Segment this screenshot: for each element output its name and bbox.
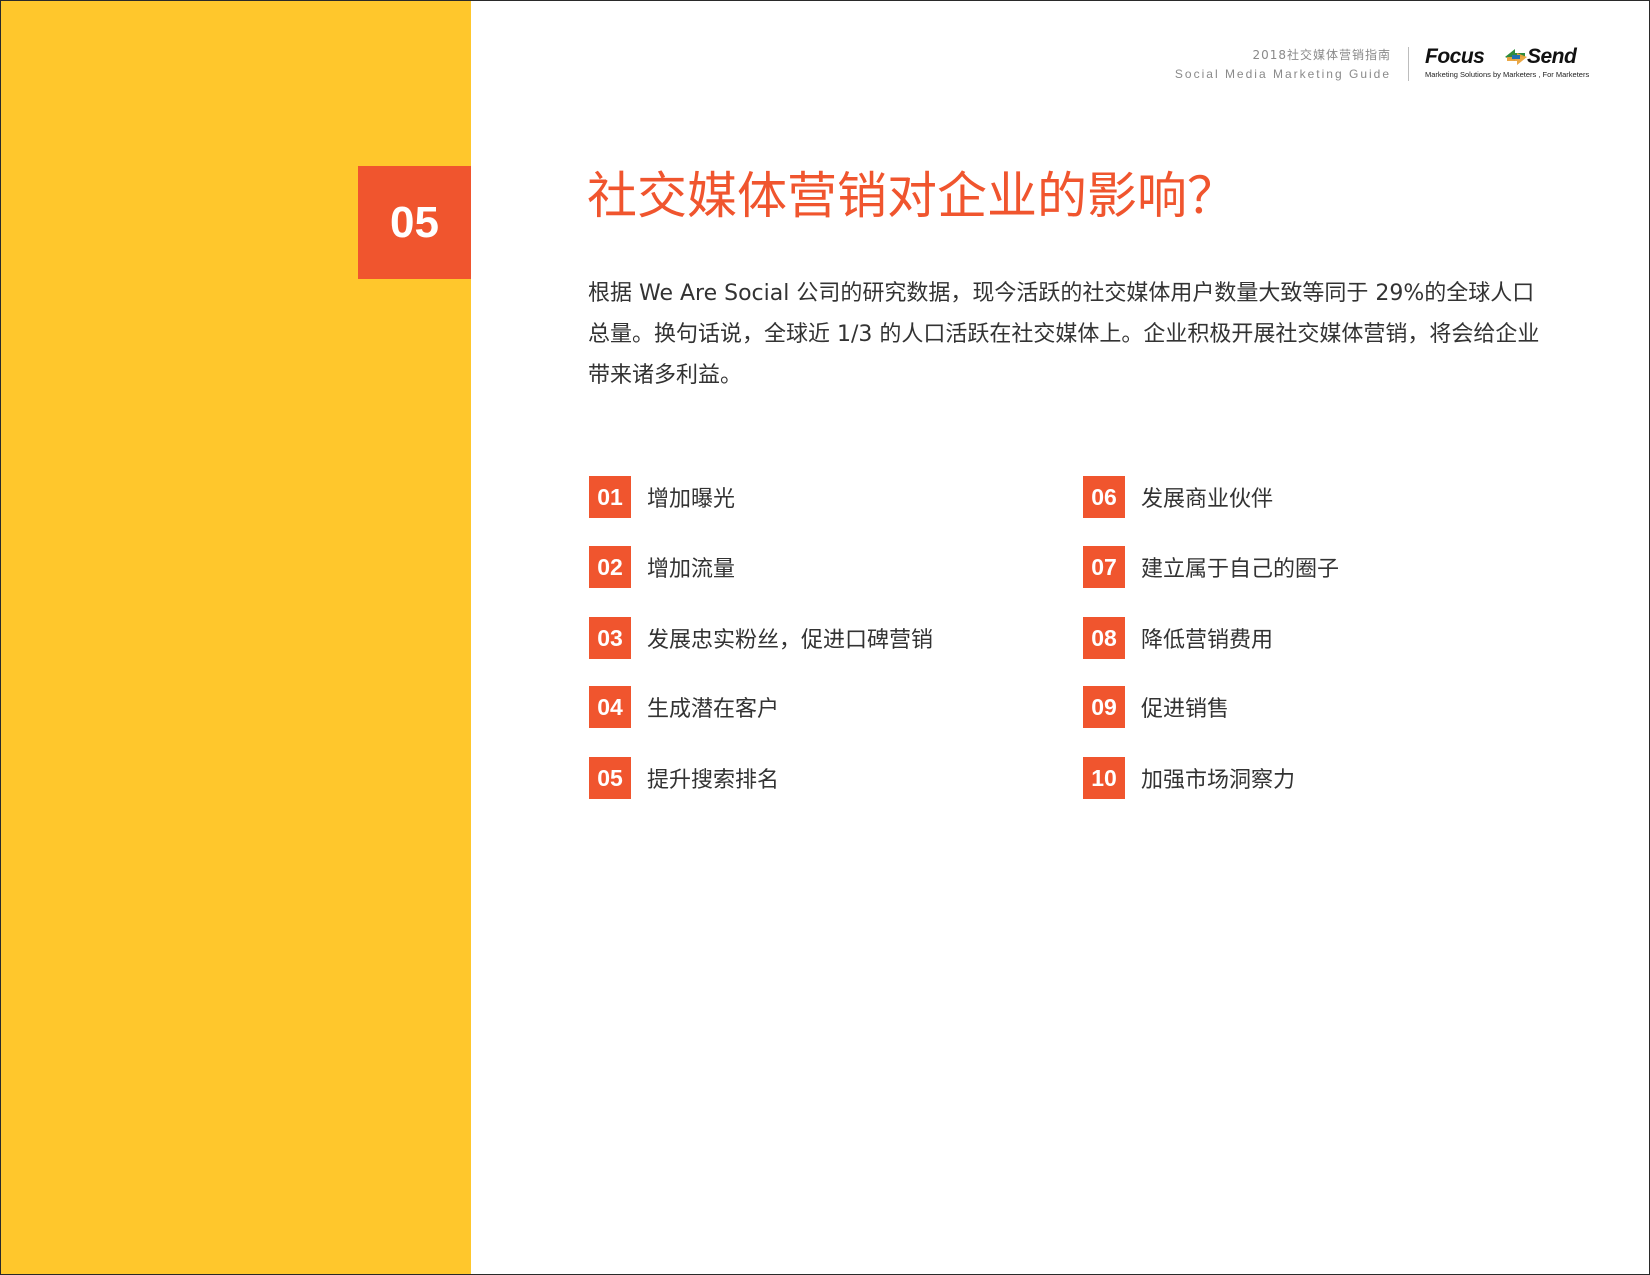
benefit-item: 09 促进销售	[1083, 686, 1229, 728]
benefit-item: 03 发展忠实粉丝，促进口碑营销	[589, 617, 933, 659]
guide-title-cn: 2018社交媒体营销指南	[1252, 48, 1391, 62]
benefit-label: 加强市场洞察力	[1141, 768, 1296, 793]
benefit-number-badge: 07	[1083, 546, 1125, 588]
section-title: 社交媒体营销对企业的影响？	[587, 167, 1237, 225]
logo-tagline: Marketing Solutions by Marketers , For M…	[1425, 70, 1590, 79]
logo-arrows-icon	[1505, 49, 1527, 65]
header-divider	[1408, 47, 1409, 81]
benefit-item: 01 增加曝光	[589, 476, 735, 518]
benefit-item: 08 降低营销费用	[1083, 617, 1273, 659]
intro-paragraph: 根据 We Are Social 公司的研究数据，现今活跃的社交媒体用户数量大致…	[588, 281, 1540, 388]
benefit-number-badge: 02	[589, 546, 631, 588]
benefit-label: 生成潜在客户	[647, 697, 780, 722]
benefit-label: 促进销售	[1141, 697, 1230, 722]
benefit-label: 降低营销费用	[1141, 628, 1274, 653]
benefit-number-badge: 04	[589, 686, 631, 728]
benefit-number-badge: 05	[589, 757, 631, 799]
benefit-label: 发展忠实粉丝，促进口碑营销	[647, 628, 934, 653]
benefit-item: 10 加强市场洞察力	[1083, 757, 1295, 799]
benefit-label: 发展商业伙伴	[1141, 487, 1274, 512]
header-guide-title: 2018社交媒体营销指南 Social Media Marketing Guid…	[1175, 46, 1391, 84]
benefit-label: 建立属于自己的圈子	[1141, 557, 1340, 582]
logo-word-focus: Focus	[1425, 45, 1485, 68]
benefit-item: 06 发展商业伙伴	[1083, 476, 1273, 518]
benefit-number-badge: 08	[1083, 617, 1125, 659]
benefit-label: 增加流量	[647, 557, 736, 582]
benefit-number-badge: 03	[589, 617, 631, 659]
section-number-badge: 05	[358, 166, 471, 279]
focussend-logo: Focus Send Marketing Solutions by Market…	[1423, 45, 1598, 85]
benefit-item: 04 生成潜在客户	[589, 686, 779, 728]
guide-title-en: Social Media Marketing Guide	[1174, 67, 1391, 81]
benefit-label: 提升搜索排名	[647, 768, 780, 793]
benefit-number-badge: 09	[1083, 686, 1125, 728]
benefit-label: 增加曝光	[647, 487, 736, 512]
benefit-item: 02 增加流量	[589, 546, 735, 588]
benefit-item: 07 建立属于自己的圈子	[1083, 546, 1339, 588]
benefit-item: 05 提升搜索排名	[589, 757, 779, 799]
logo-word-send: Send	[1527, 45, 1577, 68]
benefit-number-badge: 10	[1083, 757, 1125, 799]
benefit-number-badge: 06	[1083, 476, 1125, 518]
slide-page: 05 2018社交媒体营销指南 Social Media Marketing G…	[0, 0, 1650, 1275]
benefit-number-badge: 01	[589, 476, 631, 518]
